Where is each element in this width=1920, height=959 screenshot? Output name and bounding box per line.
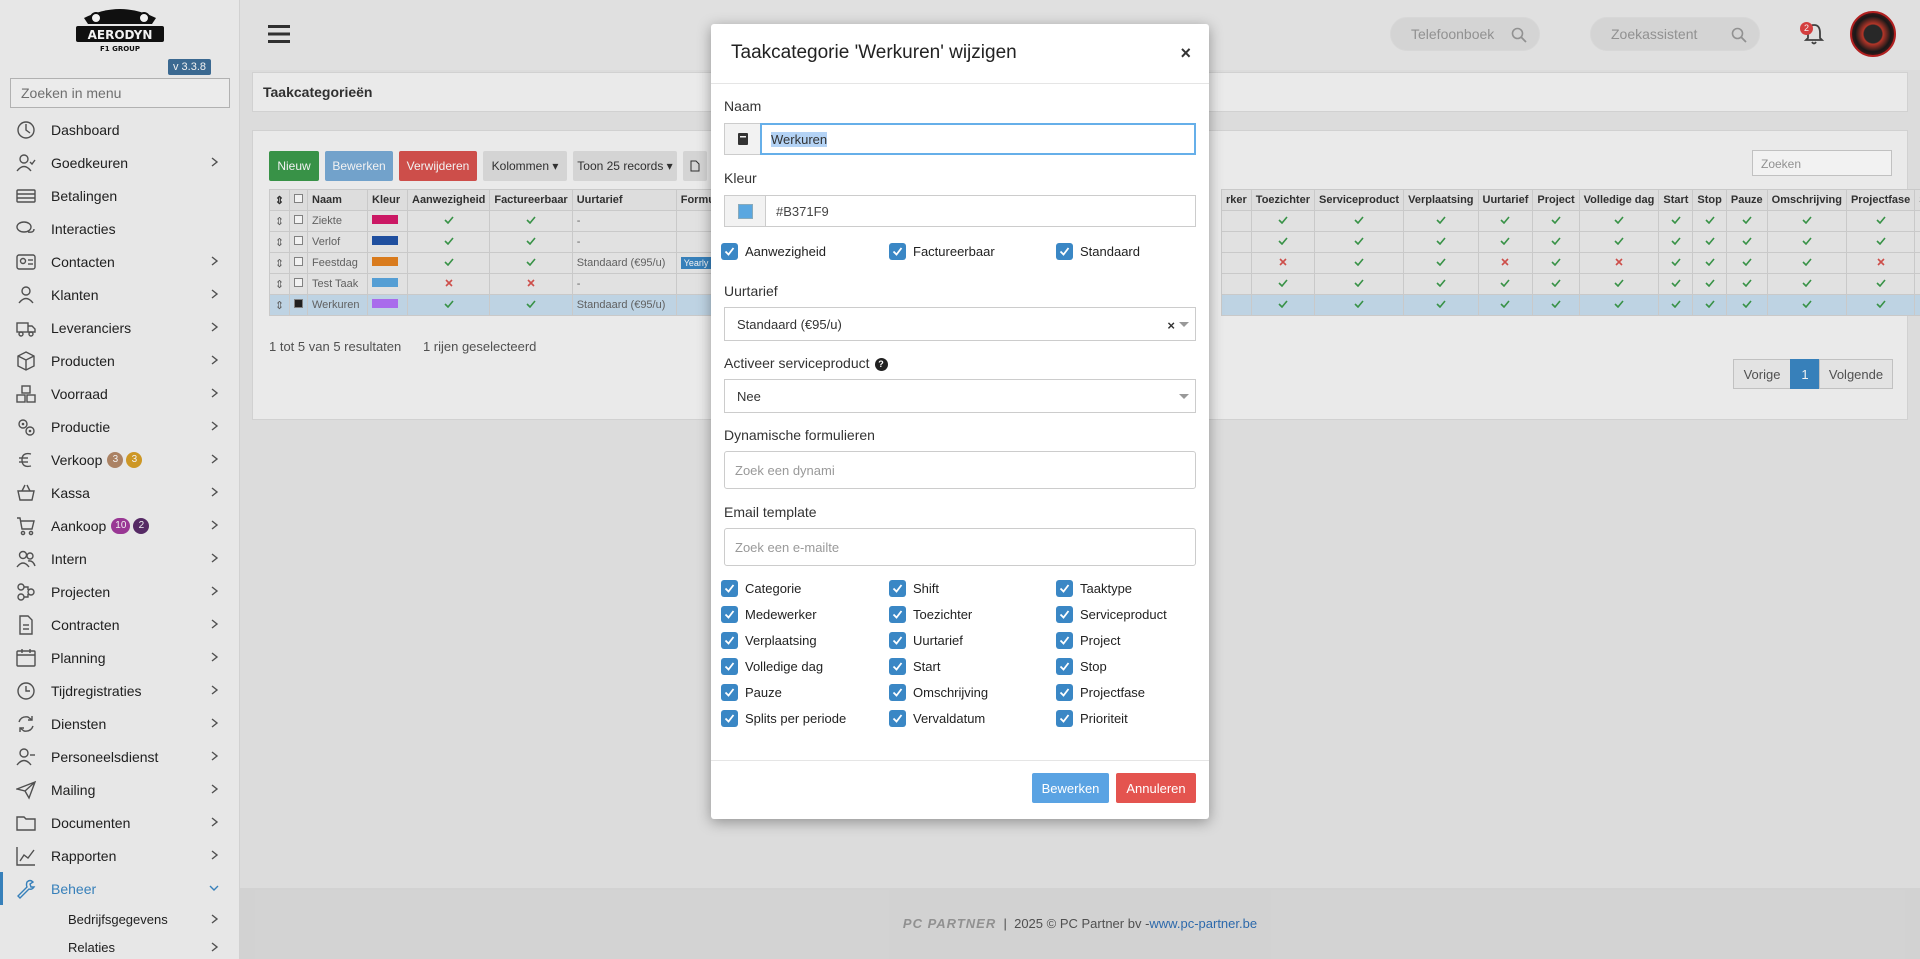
checkbox-label: Pauze <box>745 685 782 700</box>
checkbox-label: Taaktype <box>1080 581 1133 596</box>
field-checkbox-project[interactable]: Project <box>1056 632 1120 649</box>
checkbox-label: Factureerbaar <box>913 244 995 259</box>
forms-input[interactable]: Zoek een dynami <box>724 451 1196 489</box>
color-label: Kleur <box>724 170 757 186</box>
checkbox-checked-icon[interactable] <box>889 684 906 701</box>
rate-label: Uurtarief <box>724 283 778 299</box>
field-checkbox-shift[interactable]: Shift <box>889 580 939 597</box>
checkbox-label: Medewerker <box>745 607 817 622</box>
forms-label: Dynamische formulieren <box>724 427 875 443</box>
checkbox-label: Projectfase <box>1080 685 1146 700</box>
clear-rate-button[interactable]: × <box>1167 318 1175 333</box>
checkbox-label: Omschrijving <box>913 685 989 700</box>
field-checkbox-uurtarief[interactable]: Uurtarief <box>889 632 963 649</box>
name-addon <box>724 123 760 155</box>
field-checkbox-splits-per-periode[interactable]: Splits per periode <box>721 710 846 727</box>
save-button[interactable]: Bewerken <box>1032 773 1109 803</box>
checkbox-standaard[interactable]: Standaard <box>1056 243 1140 260</box>
cancel-button[interactable]: Annuleren <box>1116 773 1196 803</box>
field-checkbox-vervaldatum[interactable]: Vervaldatum <box>889 710 985 727</box>
checkbox-checked-icon[interactable] <box>1056 684 1073 701</box>
color-swatch <box>737 203 753 219</box>
email-label: Email template <box>724 504 817 520</box>
modal-header: Taakcategorie 'Werkuren' wijzigen × <box>711 24 1209 84</box>
field-checkbox-stop[interactable]: Stop <box>1056 658 1107 675</box>
field-checkbox-toezichter[interactable]: Toezichter <box>889 606 972 623</box>
help-icon[interactable]: ? <box>874 357 888 371</box>
name-group: Werkuren <box>724 123 1196 155</box>
checkbox-checked-icon[interactable] <box>721 606 738 623</box>
field-checkbox-serviceproduct[interactable]: Serviceproduct <box>1056 606 1167 623</box>
edit-task-category-modal: Taakcategorie 'Werkuren' wijzigen × Naam… <box>711 24 1209 819</box>
field-checkbox-omschrijving[interactable]: Omschrijving <box>889 684 988 701</box>
book-icon <box>737 133 748 145</box>
checkbox-checked-icon[interactable] <box>1056 243 1073 260</box>
chevron-down-icon <box>1179 394 1189 399</box>
name-label: Naam <box>724 98 762 114</box>
checkbox-label: Project <box>1080 633 1121 648</box>
field-checkbox-medewerker[interactable]: Medewerker <box>721 606 817 623</box>
checkbox-checked-icon[interactable] <box>721 710 738 727</box>
checkbox-checked-icon[interactable] <box>889 658 906 675</box>
checkbox-label: Vervaldatum <box>913 711 986 726</box>
field-checkbox-categorie[interactable]: Categorie <box>721 580 801 597</box>
checkbox-checked-icon[interactable] <box>889 580 906 597</box>
checkbox-checked-icon[interactable] <box>1056 606 1073 623</box>
checkbox-label: Start <box>913 659 941 674</box>
field-checkbox-volledige-dag[interactable]: Volledige dag <box>721 658 823 675</box>
rate-value: Standaard (€95/u) <box>737 316 842 332</box>
checkbox-label: Prioriteit <box>1080 711 1128 726</box>
checkbox-label: Volledige dag <box>745 659 824 674</box>
checkbox-label: Splits per periode <box>745 711 847 726</box>
field-checkbox-taaktype[interactable]: Taaktype <box>1056 580 1132 597</box>
color-swatch-button[interactable] <box>724 195 765 227</box>
field-checkbox-verplaatsing[interactable]: Verplaatsing <box>721 632 817 649</box>
checkbox-checked-icon[interactable] <box>721 658 738 675</box>
field-checkbox-projectfase[interactable]: Projectfase <box>1056 684 1145 701</box>
color-input[interactable]: #B371F9 <box>765 195 1196 227</box>
checkbox-label: Toezichter <box>913 607 973 622</box>
rate-select[interactable]: Standaard (€95/u) × <box>724 307 1196 341</box>
name-value: Werkuren <box>771 131 828 147</box>
service-label-text: Activeer serviceproduct <box>724 355 870 371</box>
checkbox-checked-icon[interactable] <box>889 632 906 649</box>
checkbox-checked-icon[interactable] <box>721 632 738 649</box>
field-checkbox-pauze[interactable]: Pauze <box>721 684 782 701</box>
checkbox-label: Aanwezigheid <box>745 244 826 259</box>
checkbox-label: Standaard <box>1080 244 1140 259</box>
service-value: Nee <box>737 388 761 404</box>
color-group: #B371F9 <box>724 195 1196 227</box>
checkbox-checked-icon[interactable] <box>889 710 906 727</box>
modal-title: Taakcategorie 'Werkuren' wijzigen <box>731 42 1017 63</box>
service-select[interactable]: Nee <box>724 379 1196 413</box>
checkbox-checked-icon[interactable] <box>721 243 738 260</box>
checkbox-checked-icon[interactable] <box>889 606 906 623</box>
checkbox-checked-icon[interactable] <box>1056 632 1073 649</box>
checkbox-checked-icon[interactable] <box>721 684 738 701</box>
checkbox-checked-icon[interactable] <box>1056 580 1073 597</box>
checkbox-label: Shift <box>913 581 940 596</box>
checkbox-label: Stop <box>1080 659 1107 674</box>
checkbox-factureerbaar[interactable]: Factureerbaar <box>889 243 995 260</box>
checkbox-label: Verplaatsing <box>745 633 817 648</box>
email-template-input[interactable]: Zoek een e-mailte <box>724 528 1196 566</box>
checkbox-label: Serviceproduct <box>1080 607 1167 622</box>
field-checkbox-prioriteit[interactable]: Prioriteit <box>1056 710 1128 727</box>
checkbox-checked-icon[interactable] <box>889 243 906 260</box>
checkbox-label: Categorie <box>745 581 802 596</box>
chevron-down-icon <box>1179 322 1189 327</box>
checkbox-label: Uurtarief <box>913 633 963 648</box>
field-checkbox-start[interactable]: Start <box>889 658 940 675</box>
checkbox-checked-icon[interactable] <box>721 580 738 597</box>
close-button[interactable]: × <box>1180 43 1191 64</box>
service-label: Activeer serviceproduct? <box>724 355 888 371</box>
checkbox-checked-icon[interactable] <box>1056 710 1073 727</box>
checkbox-aanwezigheid[interactable]: Aanwezigheid <box>721 243 826 260</box>
modal-footer: Bewerken Annuleren <box>711 760 1209 819</box>
checkbox-checked-icon[interactable] <box>1056 658 1073 675</box>
name-input[interactable]: Werkuren <box>760 123 1196 155</box>
